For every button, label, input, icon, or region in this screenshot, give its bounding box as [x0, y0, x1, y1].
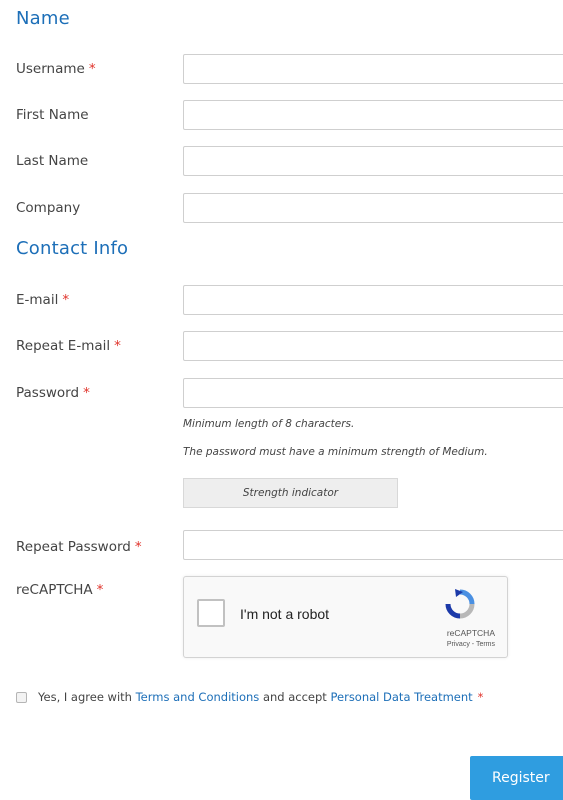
- company-input[interactable]: [183, 193, 563, 223]
- register-button[interactable]: Register: [470, 756, 563, 800]
- repeat-email-label-text: Repeat E-mail: [16, 338, 111, 354]
- password-label-text: Password: [16, 385, 80, 401]
- consent-text-prefix: Yes, I agree with: [38, 690, 136, 704]
- recaptcha-label: reCAPTCHA *: [16, 582, 103, 598]
- username-input[interactable]: [183, 54, 563, 84]
- required-asterisk: *: [88, 61, 96, 77]
- repeat-password-label-text: Repeat Password: [16, 539, 131, 555]
- recaptcha-terms-link[interactable]: Terms: [476, 641, 495, 648]
- password-min-length-hint: Minimum length of 8 characters.: [183, 418, 355, 430]
- consent-row: Yes, I agree with Terms and Conditions a…: [16, 690, 483, 704]
- last-name-label-text: Last Name: [16, 153, 89, 169]
- recaptcha-links: Privacy - Terms: [447, 641, 495, 648]
- recaptcha-checkbox[interactable]: [197, 599, 225, 627]
- first-name-label-text: First Name: [16, 107, 89, 123]
- recaptcha-logo-icon: [445, 589, 475, 619]
- first-name-label: First Name: [16, 107, 89, 123]
- password-strength-rule-hint: The password must have a minimum strengt…: [183, 446, 488, 458]
- personal-data-treatment-link[interactable]: Personal Data Treatment: [330, 690, 472, 704]
- repeat-email-input[interactable]: [183, 331, 563, 361]
- email-label-text: E-mail: [16, 292, 59, 308]
- consent-checkbox[interactable]: [16, 691, 27, 703]
- password-label: Password *: [16, 385, 90, 401]
- email-label: E-mail *: [16, 292, 69, 308]
- company-label-text: Company: [16, 200, 81, 216]
- recaptcha-label-text: reCAPTCHA: [16, 582, 93, 598]
- strength-indicator-label: Strength indicator: [242, 487, 339, 499]
- required-asterisk: *: [62, 292, 70, 308]
- last-name-input[interactable]: [183, 146, 563, 176]
- required-asterisk: *: [477, 690, 484, 704]
- username-label: Username *: [16, 61, 96, 77]
- repeat-password-label: Repeat Password *: [16, 539, 142, 555]
- required-asterisk: *: [83, 385, 90, 401]
- consent-text-middle: and accept: [259, 690, 331, 704]
- required-asterisk: *: [114, 338, 121, 354]
- repeat-password-input[interactable]: [183, 530, 563, 560]
- first-name-input[interactable]: [183, 100, 563, 130]
- password-strength-indicator: Strength indicator: [183, 478, 398, 508]
- repeat-email-label: Repeat E-mail *: [16, 338, 121, 354]
- recaptcha-privacy-link[interactable]: Privacy: [447, 641, 470, 648]
- company-label: Company: [16, 200, 80, 216]
- password-input[interactable]: [183, 378, 563, 408]
- section-title-name: Name: [16, 8, 70, 29]
- recaptcha-brand: reCAPTCHA: [446, 628, 495, 638]
- required-asterisk: *: [134, 539, 142, 555]
- recaptcha-checkbox-label: I'm not a robot: [240, 606, 330, 622]
- email-input[interactable]: [183, 285, 563, 315]
- last-name-label: Last Name: [16, 153, 88, 169]
- username-label-text: Username: [16, 61, 85, 77]
- section-title-contact-info: Contact Info: [16, 238, 129, 259]
- terms-and-conditions-link[interactable]: Terms and Conditions: [136, 690, 260, 704]
- recaptcha-widget: I'm not a robot reCAPTCHA Privacy - Term…: [183, 576, 508, 658]
- required-asterisk: *: [96, 582, 104, 598]
